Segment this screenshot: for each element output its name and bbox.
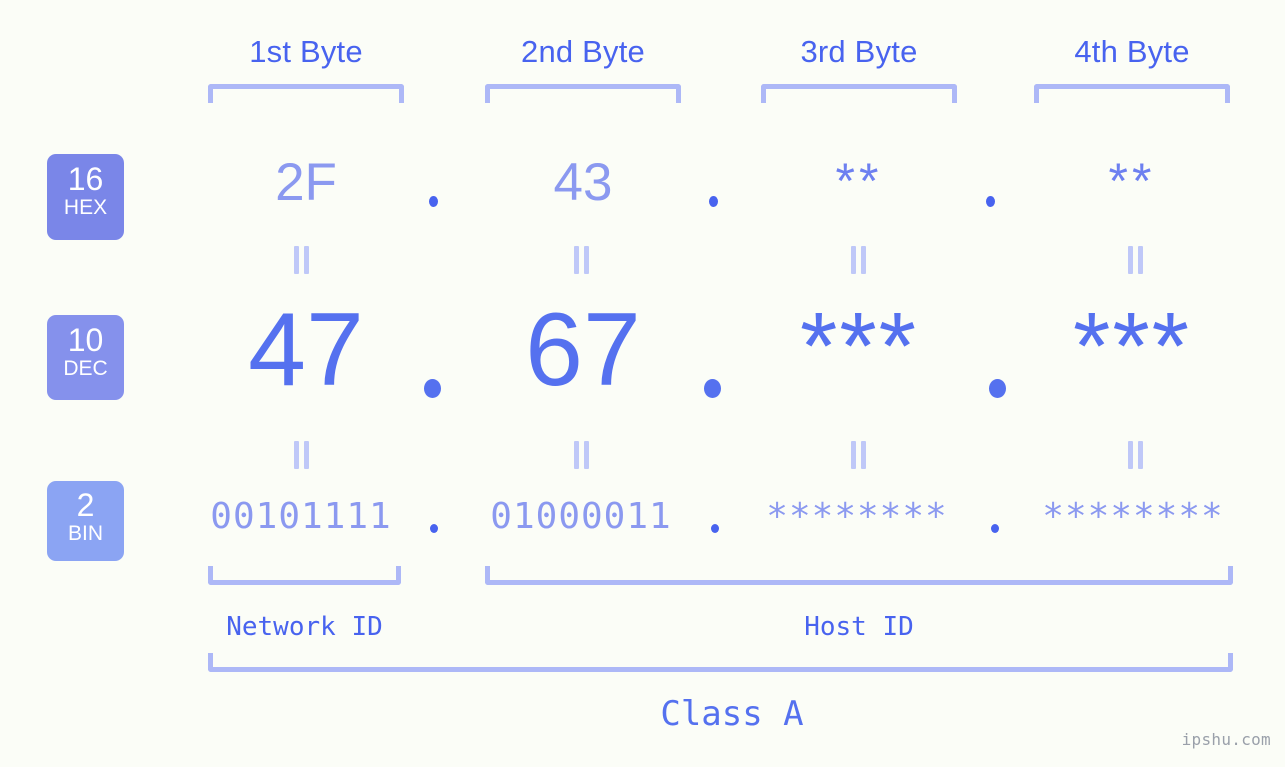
watermark: ipshu.com <box>1181 730 1271 749</box>
bin-separator-dot-1 <box>430 524 438 533</box>
base-badge-hex: 16 HEX <box>47 154 124 240</box>
base-badge-bin-number: 2 <box>76 487 95 523</box>
byte-bracket-2 <box>485 84 681 103</box>
ip-address-breakdown-diagram: 1st Byte 2nd Byte 3rd Byte 4th Byte 16 H… <box>0 0 1285 767</box>
dec-separator-dot-1 <box>424 379 441 398</box>
equals-icon-dec-bin-3 <box>848 441 870 469</box>
equals-icon-dec-bin-2 <box>571 441 593 469</box>
equals-icon-hex-dec-3 <box>848 246 870 274</box>
class-label: Class A <box>660 694 804 734</box>
hex-octet-3: ** <box>835 153 883 209</box>
network-id-label: Network ID <box>226 612 383 642</box>
equals-icon-hex-dec-4 <box>1125 246 1147 274</box>
network-id-bracket <box>208 566 401 585</box>
bin-octet-4: ******** <box>1042 496 1224 537</box>
hex-octet-2: 43 <box>553 153 613 212</box>
class-bracket <box>208 653 1233 672</box>
base-badge-hex-label: HEX <box>63 196 108 219</box>
byte-header-1: 1st Byte <box>249 34 363 69</box>
host-id-label: Host ID <box>804 612 914 642</box>
hex-octet-4: ** <box>1108 153 1156 209</box>
bin-octet-3: ******** <box>766 496 948 537</box>
hex-octet-1: 2F <box>275 153 337 212</box>
equals-icon-hex-dec-2 <box>571 246 593 274</box>
base-badge-hex-number: 16 <box>67 161 104 197</box>
host-id-bracket <box>485 566 1233 585</box>
base-badge-dec-label: DEC <box>63 357 108 380</box>
base-badge-dec: 10 DEC <box>47 315 124 400</box>
base-badge-bin: 2 BIN <box>47 481 124 561</box>
hex-separator-dot-3 <box>986 196 995 207</box>
equals-icon-hex-dec-1 <box>291 246 313 274</box>
byte-bracket-3 <box>761 84 957 103</box>
bin-separator-dot-3 <box>991 524 999 533</box>
dec-separator-dot-2 <box>704 379 721 398</box>
equals-icon-dec-bin-4 <box>1125 441 1147 469</box>
equals-icon-dec-bin-1 <box>291 441 313 469</box>
dec-separator-dot-3 <box>989 379 1006 398</box>
byte-header-3: 3rd Byte <box>800 34 918 69</box>
hex-separator-dot-2 <box>709 196 718 207</box>
bin-separator-dot-2 <box>711 524 719 533</box>
base-badge-dec-number: 10 <box>67 322 104 358</box>
byte-header-4: 4th Byte <box>1074 34 1190 69</box>
dec-octet-3: *** <box>799 293 919 400</box>
bin-octet-1: 00101111 <box>210 496 392 537</box>
base-badge-bin-label: BIN <box>67 522 103 545</box>
dec-octet-4: *** <box>1072 293 1192 400</box>
byte-bracket-4 <box>1034 84 1230 103</box>
byte-header-2: 2nd Byte <box>521 34 645 69</box>
bin-octet-2: 01000011 <box>490 496 672 537</box>
dec-octet-2: 67 <box>525 292 641 408</box>
hex-separator-dot-1 <box>429 196 438 207</box>
byte-bracket-1 <box>208 84 404 103</box>
dec-octet-1: 47 <box>248 292 364 408</box>
